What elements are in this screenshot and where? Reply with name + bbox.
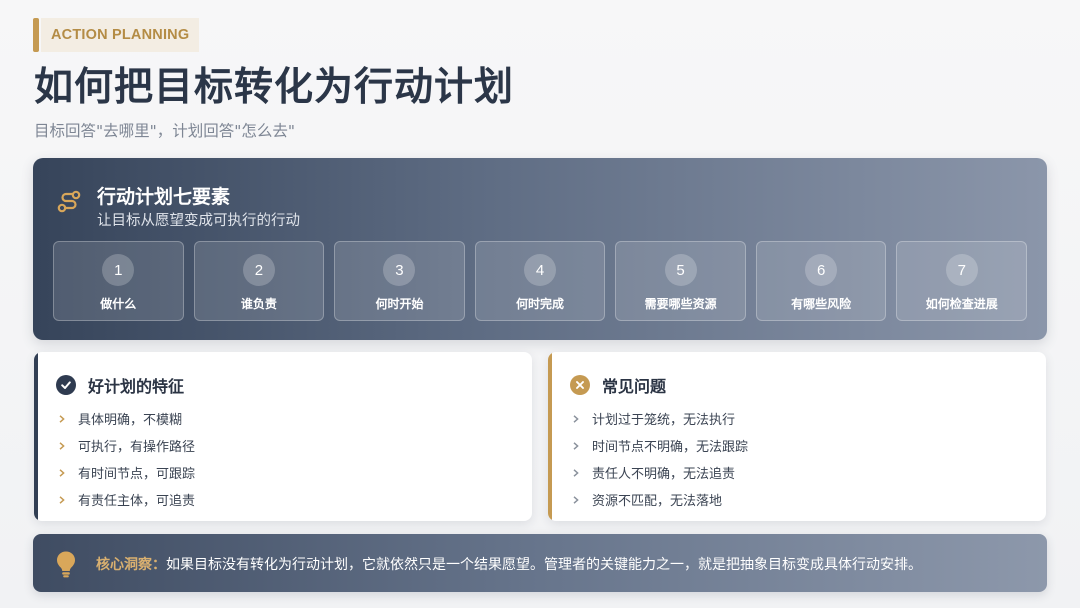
step-number: 5 [664, 254, 697, 286]
problems-list: 计划过于笼统，无法执行 时间节点不明确，无法跟踪 责任人不明确，无法追责 资源不… [572, 405, 748, 513]
insight-lead: 核心洞察： [96, 557, 166, 573]
insight-body: 如果目标没有转化为行动计划，它就依然只是一个结果愿望。管理者的关键能力之一，就是… [166, 557, 922, 573]
x-circle-icon [570, 375, 590, 395]
lightbulb-icon [57, 551, 75, 578]
eyebrow-label: ACTION PLANNING [41, 18, 200, 52]
step-card: 1 做什么 [53, 241, 184, 321]
card-accent-bar [34, 352, 38, 521]
chevron-right-icon [59, 441, 65, 450]
good-plan-list: 具体明确，不模糊 可执行，有操作路径 有时间节点，可跟踪 有责任主体，可追责 [58, 405, 195, 513]
list-item-text: 具体明确，不模糊 [78, 413, 183, 428]
step-card: 7 如何检查进展 [896, 241, 1028, 321]
panel-title: 行动计划七要素 [97, 186, 231, 208]
route-icon [57, 190, 81, 213]
step-label: 何时开始 [375, 297, 424, 311]
step-label: 做什么 [100, 297, 137, 311]
step-number: 4 [524, 254, 557, 286]
step-number: 1 [102, 254, 135, 286]
seven-elements-panel: 行动计划七要素 让目标从愿望变成可执行的行动 1 做什么 2 谁负责 3 何时开… [33, 158, 1047, 340]
list-item: 有责任主体，可追责 [58, 486, 195, 513]
check-circle-icon [56, 375, 76, 395]
page-subtitle: 目标回答"去哪里"，计划回答"怎么去" [34, 122, 296, 140]
list-item: 具体明确，不模糊 [58, 405, 195, 432]
panel-subtitle: 让目标从愿望变成可执行的行动 [97, 213, 300, 229]
step-number: 3 [383, 254, 416, 286]
list-item-text: 时间节点不明确，无法跟踪 [592, 440, 749, 455]
list-item: 责任人不明确，无法追责 [572, 459, 748, 486]
list-item-text: 有责任主体，可追责 [78, 494, 196, 509]
list-item: 资源不匹配，无法落地 [572, 486, 748, 513]
list-item-text: 计划过于笼统，无法执行 [592, 413, 736, 428]
eyebrow-accent-bar [33, 18, 39, 52]
step-card: 2 谁负责 [193, 241, 325, 321]
step-card: 5 需要哪些资源 [615, 241, 746, 321]
list-item-text: 资源不匹配，无法落地 [592, 494, 723, 509]
good-plan-card: 好计划的特征 具体明确，不模糊 可执行，有操作路径 有时间节点，可跟踪 有责任主… [34, 352, 532, 521]
core-insight-banner: 核心洞察：如果目标没有转化为行动计划，它就依然只是一个结果愿望。管理者的关键能力… [33, 534, 1047, 592]
chevron-right-icon [59, 414, 65, 423]
page-title: 如何把目标转化为行动计划 [34, 65, 515, 110]
chevron-right-icon [573, 495, 579, 504]
element-steps: 1 做什么 2 谁负责 3 何时开始 4 何时完成 5 需要哪些资源 6 有哪些… [53, 241, 1028, 321]
list-item-text: 责任人不明确，无法追责 [592, 467, 736, 482]
insight-text: 核心洞察：如果目标没有转化为行动计划，它就依然只是一个结果愿望。管理者的关键能力… [96, 554, 922, 574]
chevron-right-icon [573, 414, 579, 423]
card-header: 常见问题 [570, 373, 666, 397]
step-label: 谁负责 [240, 297, 277, 311]
chevron-right-icon [59, 495, 65, 504]
chevron-right-icon [573, 441, 579, 450]
common-problems-card: 常见问题 计划过于笼统，无法执行 时间节点不明确，无法跟踪 责任人不明确，无法追… [548, 352, 1046, 521]
step-label: 何时完成 [516, 297, 565, 311]
list-item: 计划过于笼统，无法执行 [572, 405, 748, 432]
list-item-text: 可执行，有操作路径 [78, 440, 196, 455]
card-title: 常见问题 [602, 377, 667, 396]
step-label: 如何检查进展 [925, 297, 998, 311]
card-title: 好计划的特征 [88, 377, 185, 396]
chevron-right-icon [573, 468, 579, 477]
step-card: 3 何时开始 [334, 241, 465, 321]
card-header: 好计划的特征 [56, 373, 184, 397]
list-item-text: 有时间节点，可跟踪 [78, 467, 196, 482]
list-item: 时间节点不明确，无法跟踪 [572, 432, 748, 459]
step-number: 6 [805, 254, 838, 286]
step-number: 2 [242, 254, 275, 286]
step-number: 7 [945, 254, 978, 286]
section-eyebrow: ACTION PLANNING [33, 18, 200, 52]
list-item: 可执行，有操作路径 [58, 432, 195, 459]
list-item: 有时间节点，可跟踪 [58, 459, 195, 486]
step-label: 需要哪些资源 [644, 297, 717, 311]
step-card: 6 有哪些风险 [755, 241, 887, 321]
chevron-right-icon [59, 468, 65, 477]
card-accent-bar [548, 352, 552, 521]
step-card: 4 何时完成 [474, 241, 606, 321]
step-label: 有哪些风险 [791, 297, 852, 311]
